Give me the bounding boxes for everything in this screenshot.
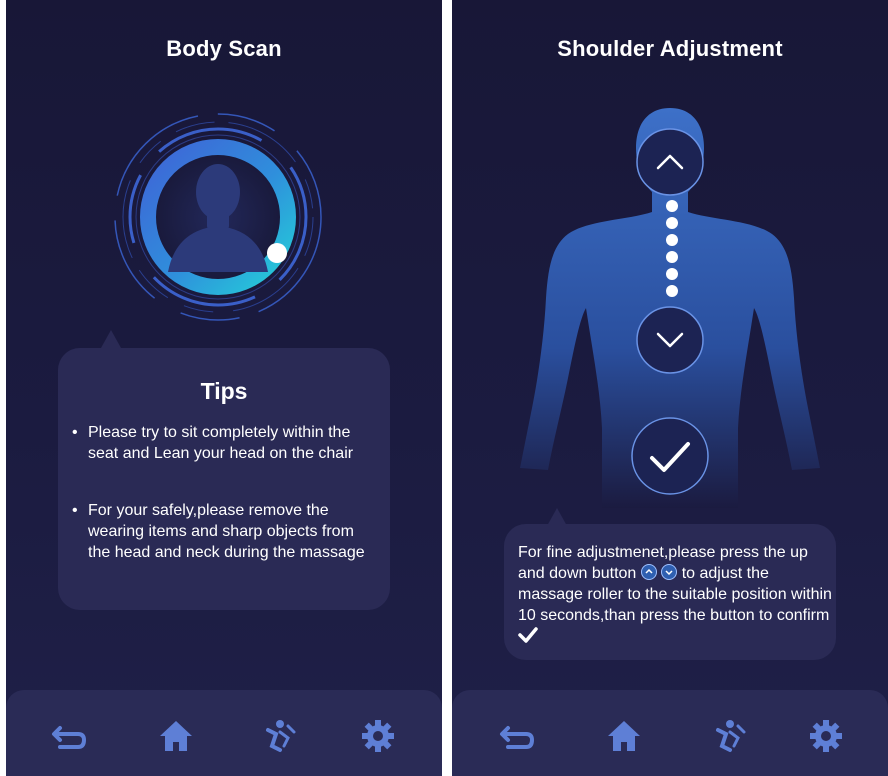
massage-mode-button[interactable] — [260, 716, 300, 756]
page-title: Body Scan — [166, 36, 282, 61]
tips-title: Tips — [200, 378, 248, 404]
bottom-nav — [6, 690, 442, 776]
massage-mode-button[interactable] — [710, 716, 750, 756]
tip-item: • For your safely,please remove the wear… — [72, 500, 372, 590]
scan-progress-dot — [267, 243, 287, 263]
back-button[interactable] — [50, 716, 90, 756]
home-button[interactable] — [604, 716, 644, 756]
up-mini-icon — [640, 564, 657, 580]
massage-icon — [716, 720, 746, 752]
checkmark-icon — [518, 627, 538, 643]
confirm-button[interactable] — [628, 414, 712, 498]
down-mini-icon — [661, 564, 678, 580]
home-button[interactable] — [156, 716, 196, 756]
tip-text: Please try to sit completely within the … — [88, 424, 354, 462]
bullet-icon: • — [72, 424, 78, 441]
page-title: Shoulder Adjustment — [557, 36, 783, 61]
home-icon — [608, 721, 640, 751]
body-scan-screen: Body Scan Tips • Please try to sit compl… — [6, 0, 442, 776]
body-scan-ring — [114, 113, 322, 321]
back-icon — [52, 726, 87, 749]
up-button[interactable] — [634, 126, 706, 198]
back-icon — [500, 726, 535, 749]
roller-position-dots — [666, 200, 678, 297]
bottom-nav — [452, 690, 888, 776]
down-button[interactable] — [634, 304, 706, 376]
massage-icon — [266, 720, 296, 752]
settings-button[interactable] — [806, 716, 846, 756]
home-icon — [160, 721, 192, 751]
shoulder-adjustment-screen: Shoulder Adjustment For fine adjustmenet… — [452, 0, 888, 776]
gear-icon — [810, 720, 842, 752]
tips-pointer — [101, 330, 121, 348]
instruction-text: For fine adjustmenet,please press the up… — [518, 542, 836, 647]
tip-item: • Please try to sit completely within th… — [72, 422, 372, 492]
tips-card: Tips • Please try to sit completely with… — [58, 348, 390, 610]
gear-icon — [362, 720, 394, 752]
bullet-icon: • — [72, 502, 78, 519]
tip-text: For your safely,please remove the wearin… — [88, 502, 365, 561]
back-button[interactable] — [498, 716, 538, 756]
settings-button[interactable] — [358, 716, 398, 756]
instruction-card: For fine adjustmenet,please press the up… — [504, 524, 836, 660]
